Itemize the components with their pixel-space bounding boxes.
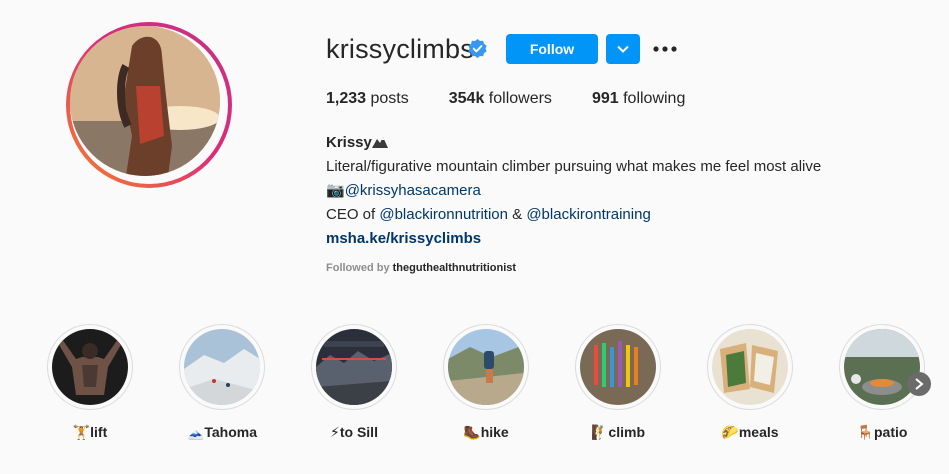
highlight-meals[interactable]: 🌮meals bbox=[707, 324, 793, 441]
profile-page: krissyclimbs Follow 1,233 posts 354k fol… bbox=[0, 0, 949, 474]
followed-by-note[interactable]: Followed by theguthealthnutritionist bbox=[326, 262, 516, 274]
camera-icon: 📷 bbox=[326, 182, 345, 199]
bio-description: Literal/figurative mountain climber purs… bbox=[326, 158, 822, 175]
highlight-label: 🏋lift bbox=[72, 424, 108, 440]
highlight-to-sill-cover bbox=[316, 329, 392, 405]
verified-badge-icon bbox=[468, 39, 487, 58]
mountain-icon bbox=[371, 137, 388, 148]
highlight-patio-cover bbox=[844, 329, 920, 405]
highlight-to-sill[interactable]: ⚡to Sill bbox=[311, 324, 397, 441]
highlights-next-button[interactable] bbox=[907, 372, 931, 396]
bio-website-link[interactable]: msha.ke/krissyclimbs bbox=[326, 230, 481, 247]
highlight-label: 🧗climb bbox=[591, 424, 645, 440]
display-name: Krissy bbox=[326, 134, 372, 151]
follow-button[interactable]: Follow bbox=[506, 34, 598, 64]
bio-ceo-line: CEO of @blackironnutrition & @blackiront… bbox=[326, 206, 651, 223]
followers-link[interactable]: 354k followers bbox=[449, 90, 552, 108]
highlight-label: 🌮meals bbox=[721, 424, 779, 440]
highlight-tahoma[interactable]: 🗻Tahoma bbox=[179, 324, 265, 441]
profile-stats: 1,233 posts 354k followers 991 following bbox=[326, 90, 725, 108]
more-options-button[interactable] bbox=[652, 38, 678, 60]
bio-name-line: Krissy bbox=[326, 131, 821, 155]
highlight-lift[interactable]: 🏋lift bbox=[47, 324, 133, 441]
highlight-climb-cover bbox=[580, 329, 656, 405]
highlight-label: 🪑patio bbox=[856, 424, 908, 440]
profile-bio: Krissy Literal/figurative mountain climb… bbox=[326, 131, 821, 251]
avatar-photo bbox=[70, 26, 220, 176]
highlight-label: ⚡to Sill bbox=[330, 424, 378, 440]
following-link[interactable]: 991 following bbox=[592, 90, 685, 108]
username: krissyclimbs bbox=[326, 34, 474, 64]
profile-avatar[interactable] bbox=[66, 22, 232, 188]
bio-camera-line: 📷@krissyhasacamera bbox=[326, 179, 821, 203]
highlight-lift-cover bbox=[52, 329, 128, 405]
highlight-climb[interactable]: 🧗climb bbox=[575, 324, 661, 441]
ellipsis-icon bbox=[653, 46, 677, 52]
mention-blackironnutrition[interactable]: @blackironnutrition bbox=[379, 206, 508, 223]
posts-stat: 1,233 posts bbox=[326, 90, 409, 107]
mention-blackirontraining[interactable]: @blackirontraining bbox=[526, 206, 650, 223]
highlight-hike-cover bbox=[448, 329, 524, 405]
highlight-label: 🥾hike bbox=[463, 424, 509, 440]
highlight-label: 🗻Tahoma bbox=[186, 424, 258, 440]
suggested-dropdown-button[interactable] bbox=[606, 34, 640, 64]
highlight-meals-cover bbox=[712, 329, 788, 405]
followed-by-user: theguthealthnutritionist bbox=[392, 262, 517, 274]
chevron-right-icon bbox=[915, 378, 924, 390]
highlight-hike[interactable]: 🥾hike bbox=[443, 324, 529, 441]
mention-krissyhasacamera[interactable]: @krissyhasacamera bbox=[345, 182, 481, 199]
highlight-tahoma-cover bbox=[184, 329, 260, 405]
chevron-down-icon bbox=[617, 45, 629, 53]
